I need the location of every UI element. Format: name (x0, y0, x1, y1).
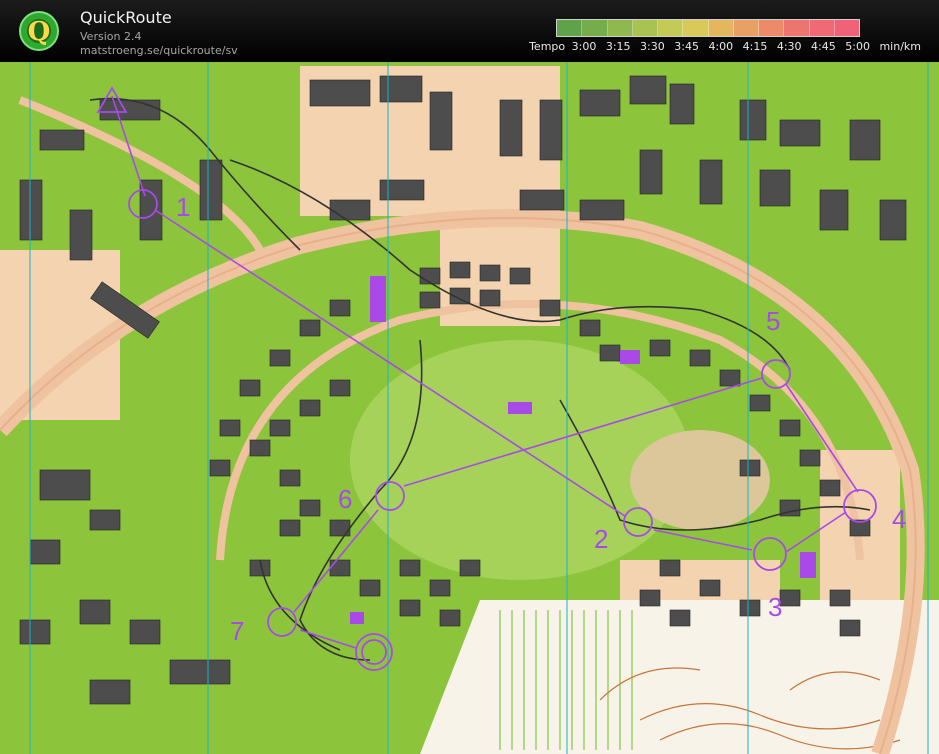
pace-swatch-7 (733, 20, 759, 36)
app-url[interactable]: matstroeng.se/quickroute/sv (80, 44, 238, 57)
app-title: QuickRoute (80, 8, 172, 27)
control-number-6: 6 (338, 484, 352, 514)
control-number-2: 2 (594, 524, 608, 554)
control-number-7: 7 (230, 616, 244, 646)
pace-swatch-9 (784, 20, 810, 36)
control-number-3: 3 (768, 592, 782, 622)
pace-tick: 3:30 (640, 40, 665, 53)
pace-swatch-0 (557, 20, 583, 36)
quickroute-logo-icon: Q (19, 11, 59, 51)
pace-swatch-11 (834, 20, 859, 36)
pace-tick: 4:45 (811, 40, 836, 53)
pace-tick: 5:00 (845, 40, 870, 53)
pace-swatch-10 (809, 20, 835, 36)
pace-color-scale (556, 19, 860, 37)
pace-swatch-3 (632, 20, 658, 36)
pace-swatch-5 (683, 20, 709, 36)
app-version: Version 2.4 (80, 30, 142, 43)
pace-swatch-4 (658, 20, 684, 36)
app-header: Q QuickRoute Version 2.4 matstroeng.se/q… (0, 0, 939, 62)
pace-tick: 3:00 (571, 40, 597, 53)
pace-swatch-2 (607, 20, 633, 36)
pace-legend-labels: Tempo 3:00 3:15 3:30 3:45 4:00 4:15 4:30… (523, 40, 921, 54)
pace-tick: 4:30 (776, 40, 802, 53)
pace-tick: 3:15 (605, 40, 631, 53)
pace-legend-prefix: Tempo (529, 40, 566, 53)
logo-letter: Q (28, 17, 51, 47)
control-number-4: 4 (892, 504, 906, 534)
pace-swatch-6 (708, 20, 734, 36)
control-number-1: 1 (176, 192, 190, 222)
orienteering-map[interactable]: 1 2 3 4 5 6 7 (0, 62, 939, 754)
map-canvas[interactable]: 1 2 3 4 5 6 7 (0, 62, 939, 754)
pace-swatch-8 (759, 20, 785, 36)
pace-tick: 4:00 (708, 40, 734, 53)
pace-unit: min/km (879, 40, 921, 53)
pace-tick: 3:45 (674, 40, 699, 53)
control-number-5: 5 (766, 306, 780, 336)
pace-swatch-1 (582, 20, 608, 36)
pace-tick: 4:15 (742, 40, 768, 53)
